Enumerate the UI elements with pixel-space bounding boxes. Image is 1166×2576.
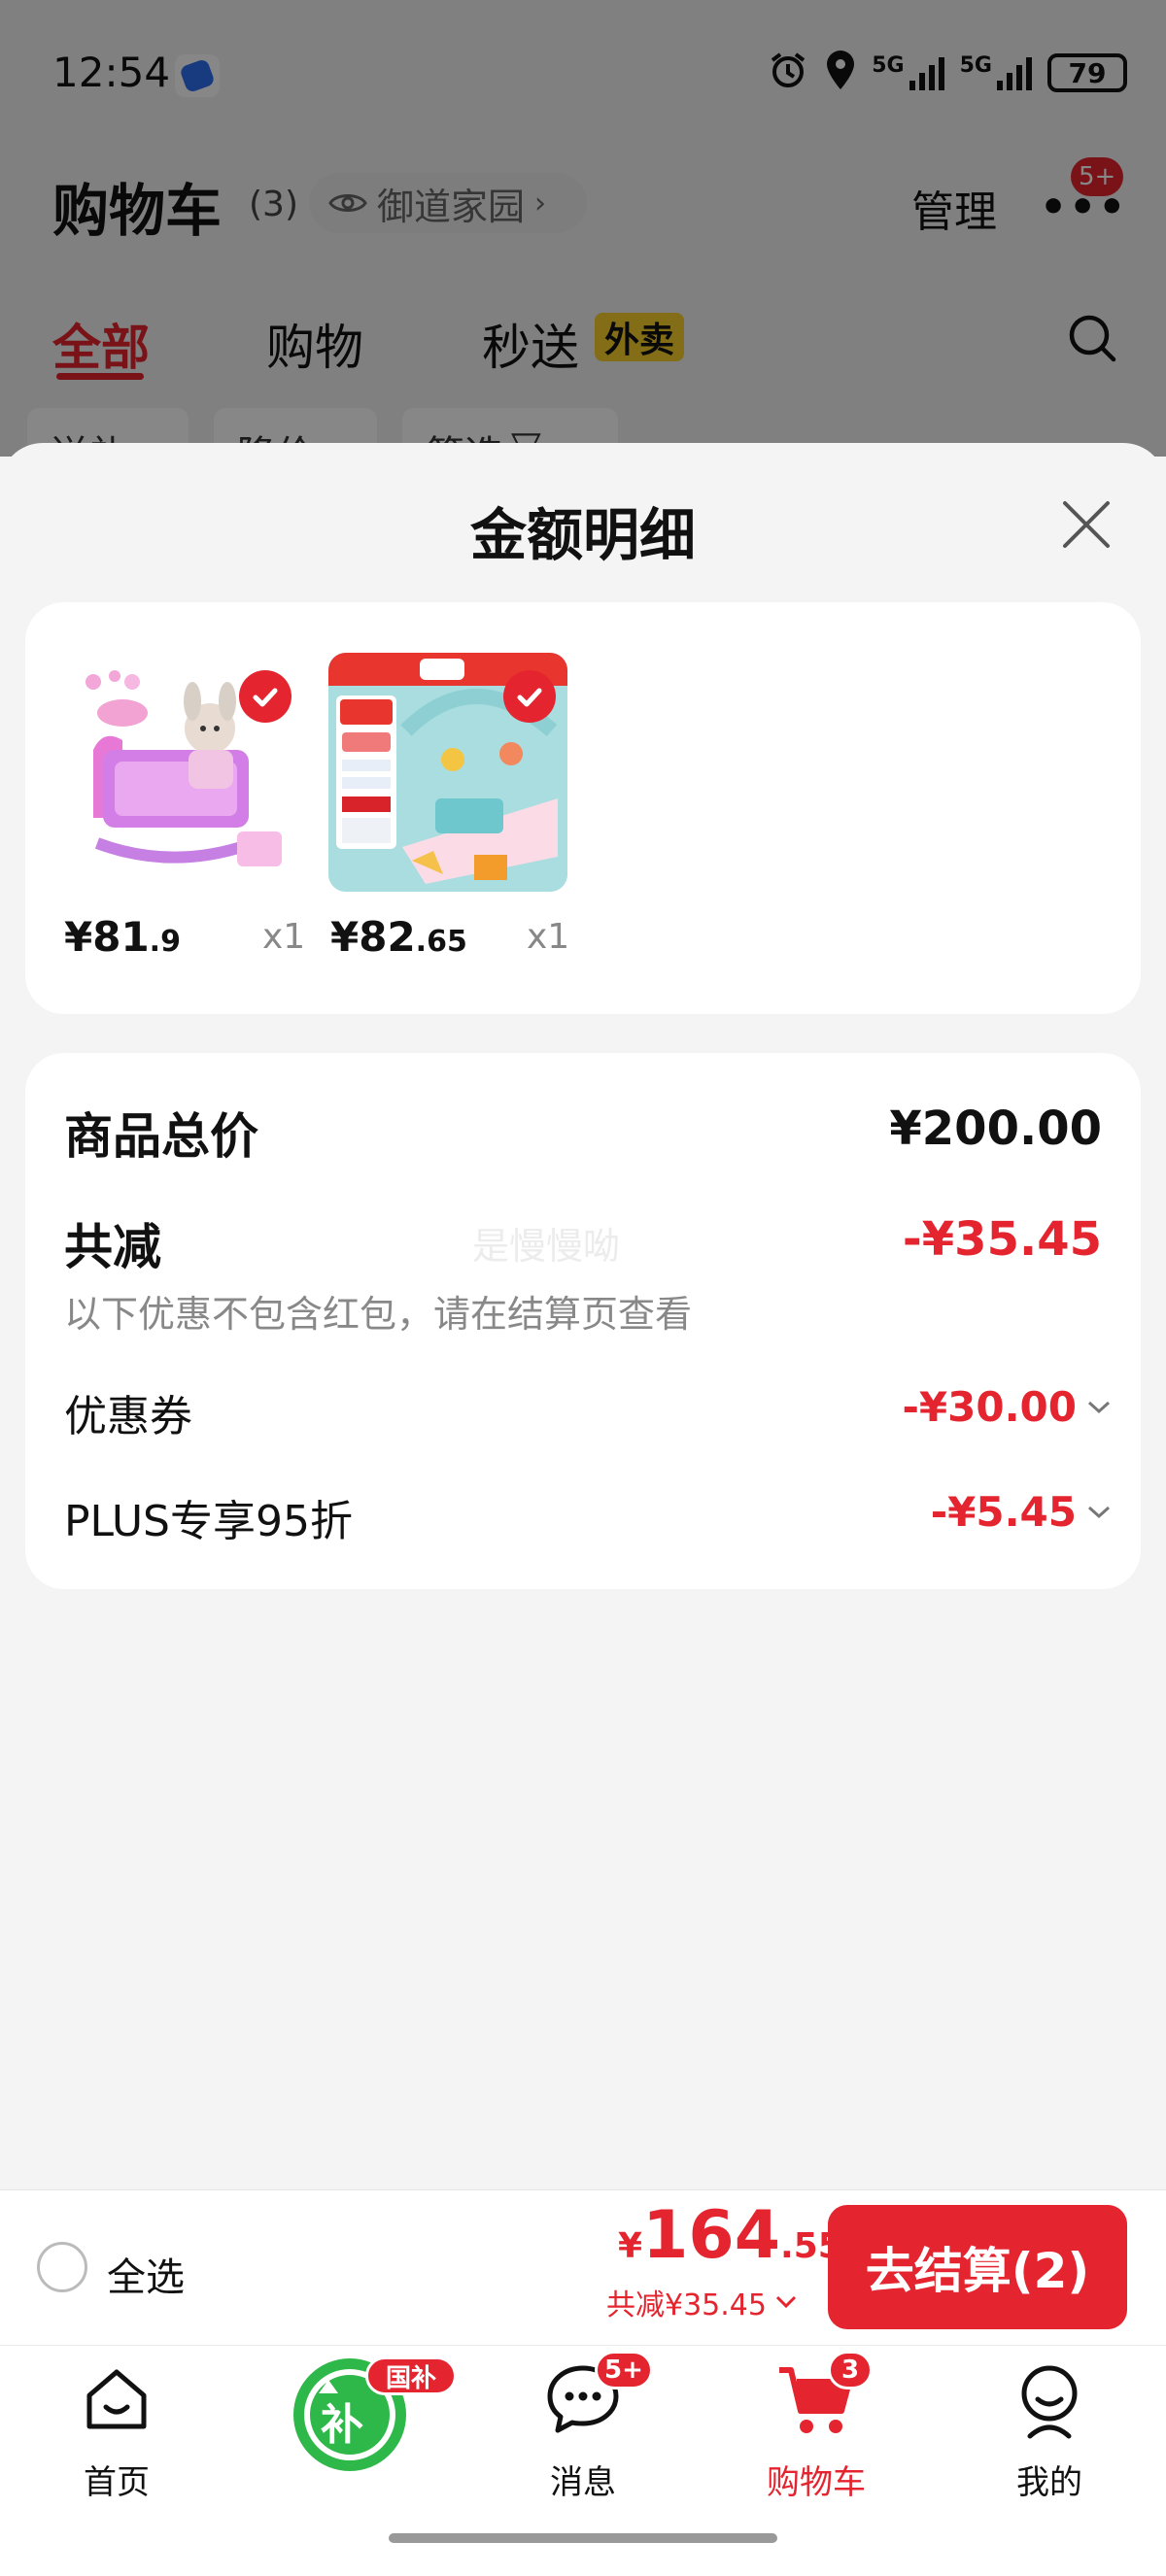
modal-overlay[interactable] bbox=[0, 0, 1166, 457]
coupon-label: 优惠券 bbox=[64, 1392, 192, 1441]
total-price: ¥164.55 bbox=[618, 2197, 842, 2274]
subsidy-badge: 国补 bbox=[365, 2356, 457, 2395]
total-price-value: ¥200.00 bbox=[889, 1102, 1102, 1156]
coupon-value: -¥30.00 bbox=[902, 1383, 1077, 1431]
home-icon bbox=[86, 2369, 147, 2429]
select-all-checkbox[interactable] bbox=[37, 2242, 87, 2292]
checkout-button[interactable]: 去结算(2) bbox=[828, 2205, 1127, 2329]
product-qty: x1 bbox=[527, 917, 570, 957]
selected-check-icon bbox=[503, 670, 556, 723]
tab-home-label: 首页 bbox=[84, 2463, 150, 2502]
product-image-doll-cradle[interactable] bbox=[64, 653, 303, 892]
messages-badge: 5+ bbox=[595, 2351, 653, 2390]
plus-discount-label: PLUS专享95折 bbox=[64, 1497, 353, 1546]
plus-discount-value: -¥5.45 bbox=[930, 1488, 1077, 1536]
chevron-down-icon bbox=[775, 2295, 797, 2309]
tab-cart[interactable] bbox=[719, 2362, 913, 2444]
close-icon[interactable] bbox=[1057, 495, 1115, 554]
tab-home[interactable] bbox=[19, 2362, 214, 2440]
product-image-baby-gym[interactable] bbox=[328, 653, 567, 892]
chevron-down-icon bbox=[1087, 1401, 1111, 1413]
tab-profile[interactable] bbox=[952, 2362, 1147, 2444]
subsidy-center-text: 补 bbox=[321, 2400, 363, 2450]
tab-cart-label: 购物车 bbox=[767, 2463, 866, 2502]
coupon-value-row[interactable]: -¥30.00 bbox=[902, 1383, 1112, 1431]
product-qty: x1 bbox=[262, 917, 306, 957]
product-price: ¥81.9 bbox=[64, 913, 181, 961]
home-indicator[interactable] bbox=[389, 2533, 777, 2543]
discount-summary[interactable]: 共减¥35.45 bbox=[606, 2281, 798, 2323]
cart-badge: 3 bbox=[828, 2351, 873, 2390]
chevron-down-icon bbox=[1087, 1506, 1111, 1518]
product-price: ¥82.65 bbox=[330, 913, 467, 961]
profile-icon bbox=[1021, 2365, 1078, 2439]
tab-profile-label: 我的 bbox=[1016, 2463, 1082, 2502]
select-all-label[interactable]: 全选 bbox=[107, 2246, 185, 2302]
plus-discount-value-row[interactable]: -¥5.45 bbox=[931, 1488, 1112, 1536]
reduction-value: -¥35.45 bbox=[902, 1212, 1102, 1267]
reduction-note: 以下优惠不包含红包，请在结算页查看 bbox=[64, 1293, 693, 1336]
sheet-title: 金额明细 bbox=[469, 502, 696, 568]
tab-messages-label: 消息 bbox=[550, 2463, 616, 2502]
selected-check-icon bbox=[239, 670, 292, 723]
total-price-label: 商品总价 bbox=[64, 1108, 258, 1165]
reduction-label: 共减 bbox=[64, 1219, 161, 1275]
watermark-text: 是慢慢呦 bbox=[472, 1225, 621, 1268]
